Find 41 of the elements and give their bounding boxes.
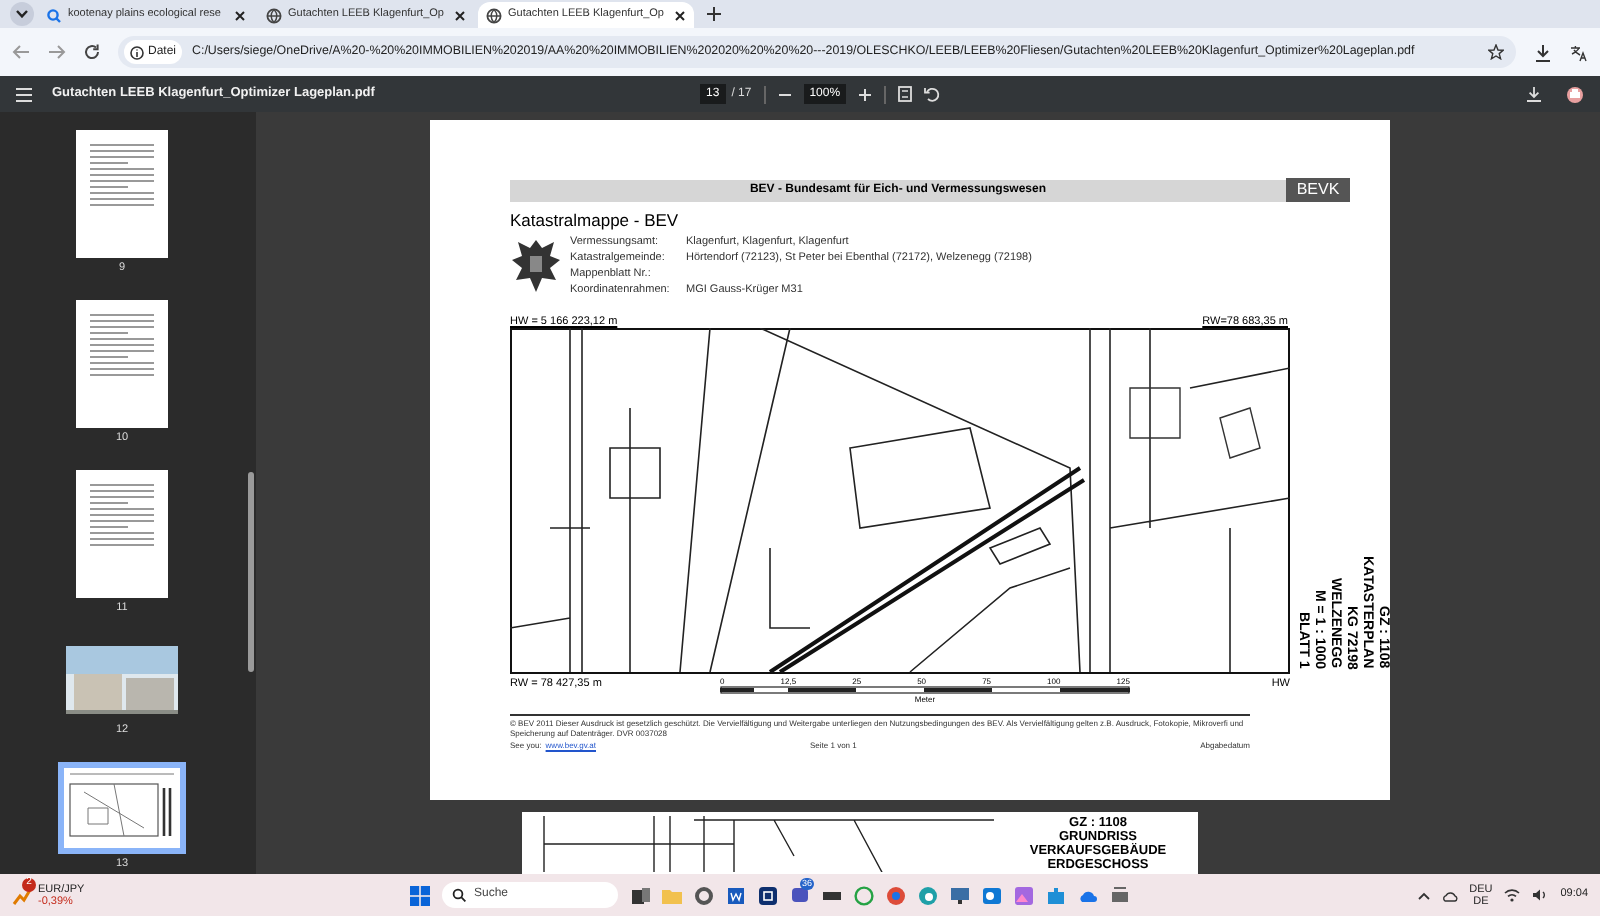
close-icon[interactable] bbox=[234, 9, 246, 21]
download-icon[interactable] bbox=[1534, 43, 1552, 61]
page-thumbnail[interactable] bbox=[60, 640, 184, 720]
rotate-icon[interactable] bbox=[924, 86, 941, 102]
print-icon[interactable] bbox=[1566, 85, 1584, 103]
picture-icon[interactable] bbox=[1014, 885, 1034, 905]
speaker-icon[interactable] bbox=[1532, 888, 1549, 902]
mail-icon[interactable] bbox=[982, 885, 1002, 905]
fit-page-icon[interactable] bbox=[898, 86, 913, 102]
document-icon[interactable] bbox=[726, 885, 746, 905]
page-thumbnail[interactable] bbox=[76, 300, 168, 428]
zoom-in-icon[interactable] bbox=[858, 87, 873, 101]
tab-list-button[interactable] bbox=[10, 2, 34, 26]
page-thumbnail[interactable] bbox=[58, 762, 186, 854]
remote-app-icon[interactable] bbox=[758, 885, 778, 905]
close-icon[interactable] bbox=[454, 9, 466, 21]
page-thumbnail[interactable] bbox=[76, 130, 168, 258]
search-icon bbox=[452, 888, 466, 902]
windows-start-icon[interactable] bbox=[410, 885, 430, 905]
task-view-icon[interactable] bbox=[630, 885, 650, 905]
forward-arrow-icon[interactable] bbox=[48, 44, 66, 60]
menu-icon[interactable] bbox=[16, 87, 32, 101]
chat-icon[interactable] bbox=[790, 885, 810, 905]
info-icon bbox=[130, 45, 144, 59]
new-tab-icon[interactable] bbox=[706, 6, 722, 22]
wifi-icon[interactable] bbox=[1504, 888, 1521, 902]
monitor-icon[interactable] bbox=[950, 885, 970, 905]
close-icon[interactable] bbox=[674, 9, 686, 21]
back-arrow-icon[interactable] bbox=[12, 44, 30, 60]
reload-icon[interactable] bbox=[84, 44, 100, 60]
star-icon[interactable] bbox=[1488, 44, 1504, 60]
photo-placeholder bbox=[66, 646, 178, 714]
chevron-up-icon[interactable] bbox=[1417, 891, 1430, 899]
scrollbar-thumb[interactable] bbox=[247, 472, 253, 672]
translate-icon[interactable] bbox=[1570, 43, 1588, 61]
caret-icon bbox=[16, 10, 28, 18]
page-heading: Katastralmappe - BEV bbox=[510, 212, 681, 229]
page-thumbnail[interactable] bbox=[76, 470, 168, 598]
cloud-icon[interactable] bbox=[1441, 889, 1458, 901]
search-icon bbox=[46, 7, 62, 23]
brand-logo: BEVK bbox=[1286, 178, 1350, 202]
